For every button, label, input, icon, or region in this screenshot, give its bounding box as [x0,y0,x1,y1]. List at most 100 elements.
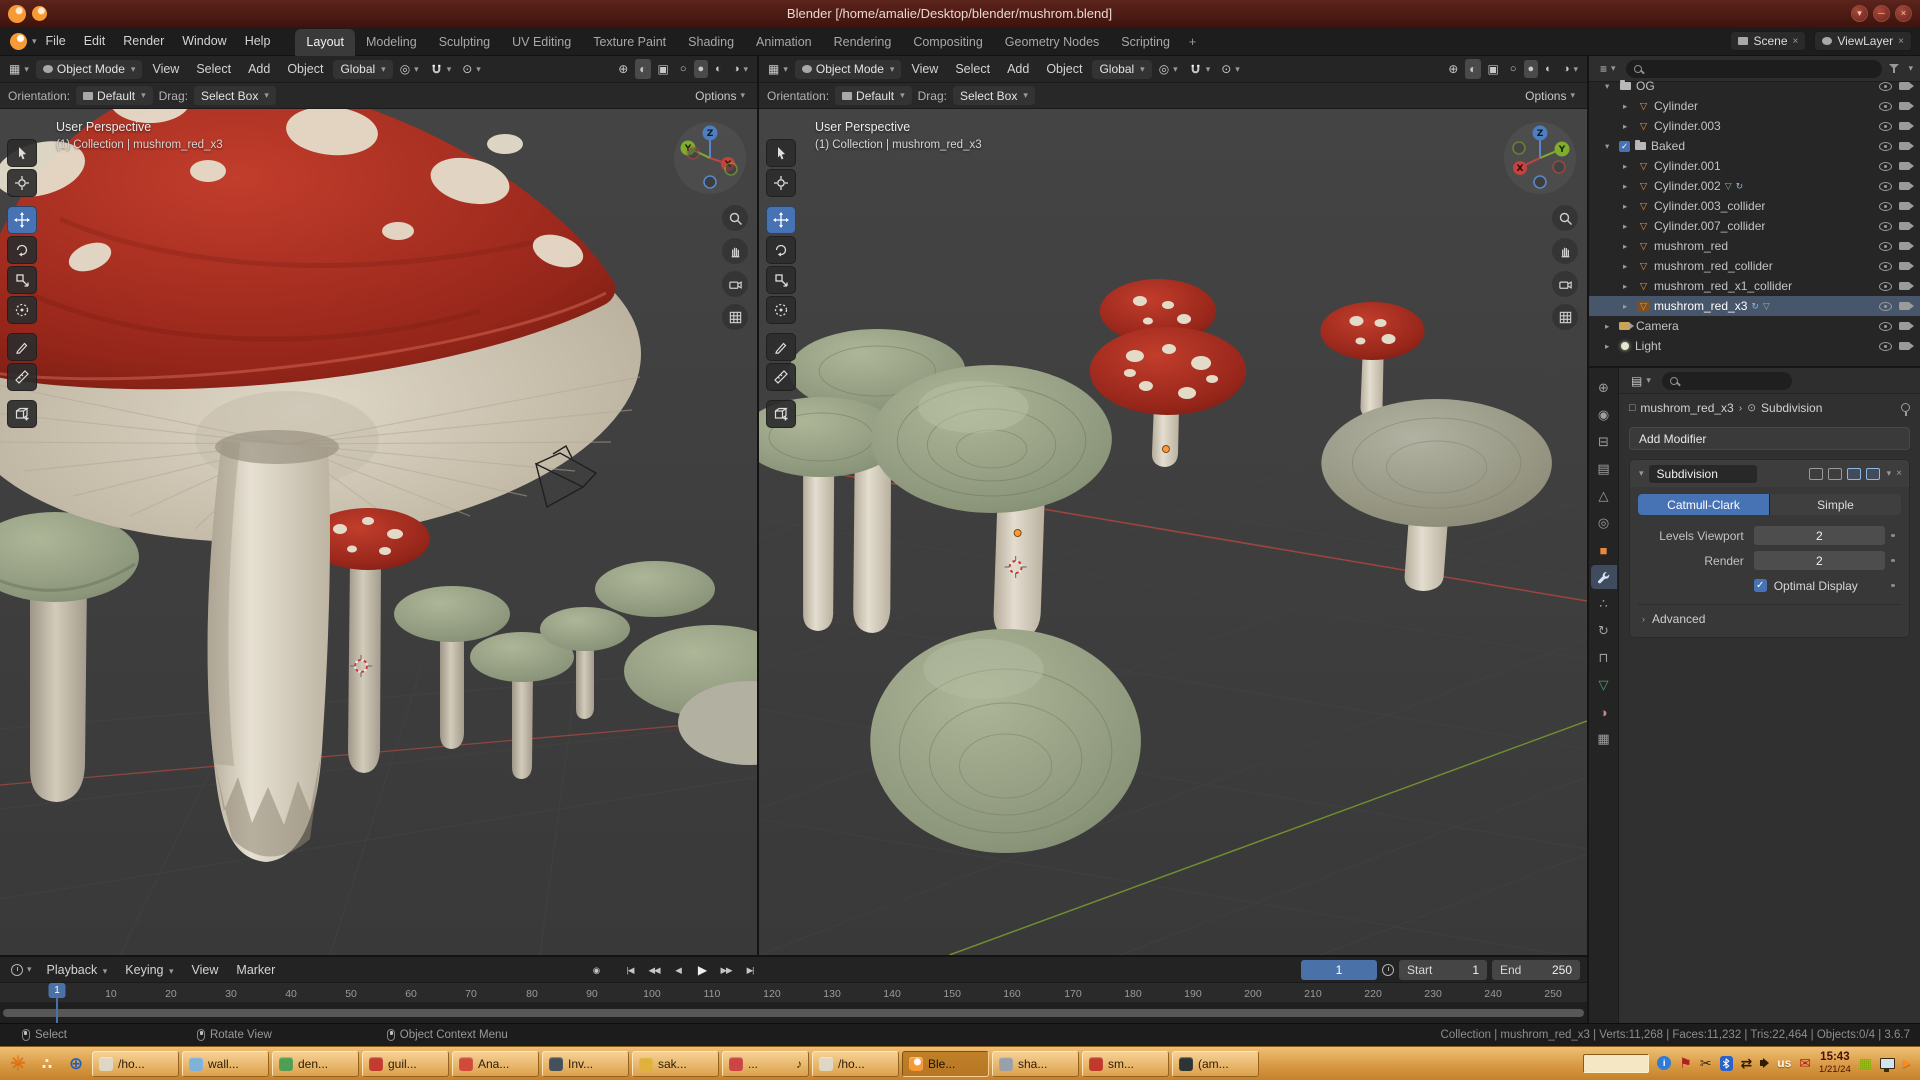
display-settings-icon[interactable] [1880,1058,1895,1069]
tool-measure[interactable] [7,363,37,391]
render-visibility-icon[interactable] [1899,142,1910,150]
volume-icon[interactable] [1760,1060,1764,1066]
camera-view-icon[interactable] [722,271,748,297]
toggle-xray-icon[interactable]: ▣ [654,59,673,79]
filter-icon[interactable] [1888,63,1900,74]
simple-button[interactable]: Simple [1770,494,1901,515]
tab-modeling[interactable]: Modeling [355,29,428,56]
tool-select-box[interactable] [766,139,796,167]
tab-shading[interactable]: Shading [677,29,745,56]
pan-hand-icon[interactable] [1552,238,1578,264]
outliner-row-light[interactable]: ▸Light [1589,336,1920,356]
menu-marker[interactable]: Marker [229,960,282,980]
filter-chevron-icon[interactable]: ▾ [1908,63,1913,74]
render-visibility-icon[interactable] [1899,82,1910,90]
timeline-track-area[interactable] [0,1003,1587,1023]
camera-view-icon[interactable] [1552,271,1578,297]
hide-eye-icon[interactable] [1879,122,1892,131]
tab-animation[interactable]: Animation [745,29,823,56]
properties-tab-texture[interactable]: ▦ [1591,727,1617,751]
outliner-row-mushrom-red-x3[interactable]: ▸▽mushrom_red_x3↻▽ [1589,296,1920,316]
taskbar-window-sm[interactable]: sm... [1082,1051,1169,1077]
options-dropdown[interactable]: Options▾ [1521,86,1579,106]
tool-cursor[interactable] [7,169,37,197]
menu-view-timeline[interactable]: View [185,960,226,980]
animate-dot-icon[interactable] [1885,584,1901,588]
timeline-editor-type-icon[interactable]: ▾ [7,961,36,979]
tool-transform[interactable] [766,296,796,324]
shading-rendered-icon[interactable]: ◑▾ [729,60,752,78]
play-reverse-button[interactable]: ◀ [667,960,689,980]
show-in-editmode-toggle[interactable] [1828,468,1842,480]
add-workspace-button[interactable]: + [1181,29,1204,56]
mail-tray-icon[interactable]: ✉ [1799,1056,1811,1070]
timeline-scrollbar[interactable] [3,1009,1584,1017]
tab-rendering[interactable]: Rendering [823,29,903,56]
menu-add[interactable]: Add [1000,59,1036,79]
properties-tab-tool[interactable]: ⊕ [1591,376,1617,400]
tab-compositing[interactable]: Compositing [902,29,993,56]
breadcrumb-modifier[interactable]: Subdivision [1761,401,1822,415]
outliner-row-cylinder-003-collider[interactable]: ▸▽Cylinder.003_collider [1589,196,1920,216]
hide-eye-icon[interactable] [1879,202,1892,211]
render-visibility-icon[interactable] [1899,202,1910,210]
taskbar-window-audio[interactable]: ...♪ [722,1051,809,1077]
levels-viewport-field[interactable]: 2 [1754,526,1885,545]
taskbar-window-inv[interactable]: Inv... [542,1051,629,1077]
shading-wireframe-icon[interactable]: ○ [676,60,691,78]
menu-help[interactable]: Help [236,30,280,52]
proportional-editing-icon[interactable]: ⊙▾ [1217,59,1244,79]
play-button[interactable]: ▶ [691,960,713,980]
timeline-ruler[interactable]: 1 10 20 30 40 50 60 70 80 90 100 110 120… [0,983,1587,1003]
render-visibility-icon[interactable] [1899,282,1910,290]
tab-texture-paint[interactable]: Texture Paint [582,29,677,56]
shading-material-icon[interactable]: ◐ [711,60,726,78]
hide-eye-icon[interactable] [1879,342,1892,351]
drag-dropdown[interactable]: Select Box▾ [194,86,276,105]
outliner-row-mushrom-red[interactable]: ▸▽mushrom_red [1589,236,1920,256]
flag-tray-icon[interactable]: ⚑ [1679,1056,1692,1070]
current-frame-field[interactable]: 1 [1301,960,1377,980]
render-levels-field[interactable]: 2 [1754,551,1885,570]
taskbar-window-sha[interactable]: sha... [992,1051,1079,1077]
keyboard-layout-indicator[interactable]: us [1777,1056,1791,1070]
taskbar-window-sak[interactable]: sak... [632,1051,719,1077]
shading-rendered-icon[interactable]: ◑▾ [1559,60,1582,78]
render-visibility-icon[interactable] [1899,342,1910,350]
window-minimize-button[interactable]: ─ [1873,5,1890,22]
outliner-row-cylinder[interactable]: ▸▽Cylinder [1589,96,1920,116]
show-in-viewport-toggle[interactable] [1847,468,1861,480]
jump-to-end-button[interactable]: ▶| [739,960,761,980]
mushroom-dome-bottom[interactable] [870,629,1141,853]
modifier-close-icon[interactable]: × [1896,468,1902,479]
menu-edit[interactable]: Edit [75,30,115,52]
outliner-row-mushrom-red-x1-collider[interactable]: ▸▽mushrom_red_x1_collider [1589,276,1920,296]
taskbar-window-files-home-2[interactable]: /ho... [812,1051,899,1077]
properties-tab-object[interactable]: ■ [1591,538,1617,562]
breadcrumb-object[interactable]: mushrom_red_x3 [1640,401,1733,415]
properties-tab-viewlayer[interactable]: ▤ [1591,457,1617,481]
scene-selector[interactable]: Scene × [1730,31,1806,51]
zoom-icon[interactable] [1552,205,1578,231]
hide-eye-icon[interactable] [1879,82,1892,91]
scene-unlink-icon[interactable]: × [1793,36,1799,47]
collapse-icon[interactable]: ▾ [1639,468,1644,479]
mode-dropdown[interactable]: Object Mode▾ [795,60,902,79]
shading-wireframe-icon[interactable]: ○ [1506,60,1521,78]
render-visibility-icon[interactable] [1899,262,1910,270]
hide-eye-icon[interactable] [1879,102,1892,111]
tool-annotate[interactable] [7,333,37,361]
auto-keying-icon[interactable]: ◉ [585,960,607,980]
hide-eye-icon[interactable] [1879,142,1892,151]
pivot-point-dropdown[interactable]: ◎▾ [1155,59,1182,79]
outliner-search-input[interactable] [1626,60,1883,78]
network-icon[interactable]: ⇄ [1741,1056,1753,1070]
menu-view[interactable]: View [145,59,186,79]
shading-material-icon[interactable]: ◐ [1541,60,1556,78]
tool-move[interactable] [766,206,796,234]
tab-uv-editing[interactable]: UV Editing [501,29,582,56]
outliner-row-camera[interactable]: ▸Camera [1589,316,1920,336]
outliner-row-mushrom-red-collider[interactable]: ▸▽mushrom_red_collider [1589,256,1920,276]
render-visibility-icon[interactable] [1899,162,1910,170]
hide-eye-icon[interactable] [1879,302,1892,311]
